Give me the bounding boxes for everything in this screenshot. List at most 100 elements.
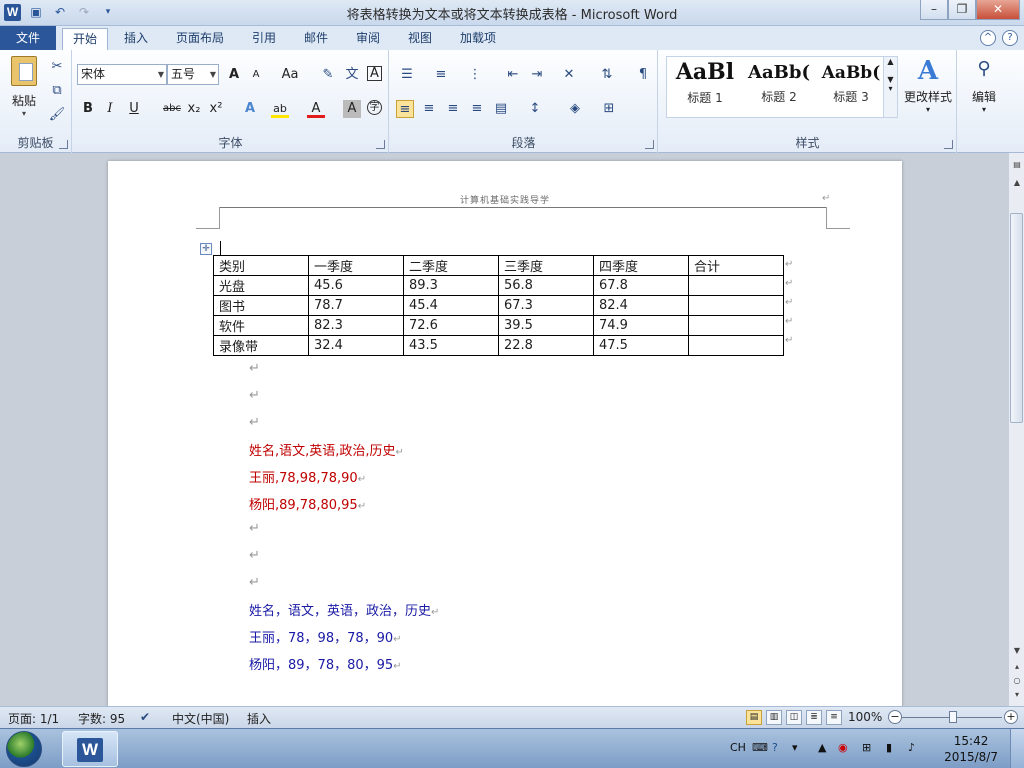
empty-paragraph[interactable]: ↵ [249,415,260,430]
italic-button[interactable]: I [101,100,119,118]
multilevel-list-icon[interactable]: ⋮ [466,66,484,84]
empty-paragraph[interactable]: ↵ [249,575,260,590]
outline-icon[interactable]: ≣ [806,710,822,725]
shrink-font-button[interactable]: A [247,66,265,84]
table-cell[interactable] [688,315,784,336]
empty-paragraph[interactable]: ↵ [249,388,260,403]
numbering-icon[interactable]: ≡ [432,66,450,84]
table-cell[interactable]: 45.6 [308,275,404,296]
table-header-cell[interactable]: 三季度 [498,255,594,276]
help-tray-icon[interactable]: ? [772,741,778,754]
table-header-cell[interactable]: 类别 [213,255,309,276]
zoom-in-icon[interactable]: + [1004,710,1018,724]
language-indicator[interactable]: 中文(中国) [172,710,229,727]
borders-icon[interactable]: ⊞ [600,100,618,118]
clear-formatting-icon[interactable]: ✎ [319,66,337,84]
security-icon[interactable]: ◉ [838,741,848,754]
table-cell[interactable]: 43.5 [403,335,499,356]
phonetic-guide-button[interactable]: 文 [343,66,361,84]
table-cell[interactable] [688,295,784,316]
tab-view[interactable]: 视图 [398,28,442,50]
tab-home[interactable]: 开始 [62,28,109,50]
table-cell[interactable]: 56.8 [498,275,594,296]
strikethrough-button[interactable]: abc [161,100,183,118]
table-cell[interactable] [688,335,784,356]
word-count[interactable]: 字数: 95 [78,710,125,727]
keyboard-icon[interactable]: ⌨ [752,741,768,754]
align-right-icon[interactable]: ≡ [444,100,462,118]
font-size-combo[interactable]: 五号 ▼ [167,64,219,85]
tab-insert[interactable]: 插入 [114,28,158,50]
browse-object-icon[interactable]: ○ [1011,675,1023,687]
bullets-icon[interactable]: ☰ [398,66,416,84]
table-header-cell[interactable]: 合计 [688,255,784,276]
table-cell[interactable] [688,275,784,296]
change-case-button[interactable]: Aa [277,66,303,84]
table-cell[interactable]: 光盘 [213,275,309,296]
tab-review[interactable]: 审阅 [346,28,390,50]
table-cell[interactable]: 67.3 [498,295,594,316]
red-text-line[interactable]: 杨阳,89,78,80,95↵ [249,494,366,513]
table-cell[interactable]: 67.8 [593,275,689,296]
table-cell[interactable]: 39.5 [498,315,594,336]
empty-paragraph[interactable]: ↵ [249,361,260,376]
character-shading-button[interactable]: A [343,100,361,118]
justify-icon[interactable]: ≡ [468,100,486,118]
red-text-line[interactable]: 王丽,78,98,78,90↵ [249,467,366,486]
taskbar-word-button[interactable]: W [62,731,118,767]
proofing-icon[interactable]: ✔ [140,710,150,724]
previous-page-icon[interactable]: ▴ [1011,661,1023,673]
show-marks-icon[interactable]: ¶ [634,66,652,84]
table-header-cell[interactable]: 四季度 [593,255,689,276]
copy-icon[interactable]: ⧉ [48,82,66,100]
editing-button[interactable]: ⚲ 编辑 ▾ [962,56,1006,126]
change-styles-button[interactable]: A 更改样式 ▾ [900,56,956,126]
zoom-slider-knob[interactable] [949,711,957,723]
highlight-button[interactable]: ab [271,100,289,118]
zoom-level[interactable]: 100% [848,710,882,724]
table-cell[interactable]: 74.9 [593,315,689,336]
table-cell[interactable]: 82.3 [308,315,404,336]
table-cell[interactable]: 软件 [213,315,309,336]
ruler-toggle-icon[interactable]: ▤ [1011,159,1023,171]
subscript-button[interactable]: x₂ [185,100,203,118]
character-border-button[interactable]: A [367,66,382,81]
font-color-button[interactable]: A [307,100,325,118]
blue-text-line[interactable]: 姓名，语文，英语，政治，历史↵ [249,600,439,619]
style-heading-2[interactable]: AaBb( 标题 2 [743,59,815,115]
table-cell[interactable]: 录像带 [213,335,309,356]
windows-flag-icon[interactable]: ⊞ [862,741,871,754]
table-cell[interactable]: 45.4 [403,295,499,316]
chinese-layout-icon[interactable]: ✕ [560,66,578,84]
volume-icon[interactable]: ♪ [908,741,915,754]
sort-icon[interactable]: ⇅ [598,66,616,84]
line-spacing-icon[interactable]: ↕ [526,100,544,118]
table-cell[interactable]: 22.8 [498,335,594,356]
document-page[interactable]: 计算机基础实践导学 ↵ ✛ 类别 一季度 二季度 三季度 四季度 合计 光盘 4… [108,161,902,706]
draft-icon[interactable]: ≡ [826,710,842,725]
blue-text-line[interactable]: 王丽，78，98，78，90↵ [249,627,402,646]
table-cell[interactable]: 47.5 [593,335,689,356]
next-page-icon[interactable]: ▾ [1011,689,1023,701]
minimize-ribbon-icon[interactable]: ^ [980,30,996,46]
ime-indicator[interactable]: CH [730,741,746,754]
paragraph-launcher-icon[interactable] [645,140,654,149]
increase-indent-icon[interactable]: ⇥ [528,66,546,84]
network-icon[interactable]: ▮ [886,741,892,754]
empty-paragraph[interactable]: ↵ [249,521,260,536]
tab-mailings[interactable]: 邮件 [294,28,338,50]
ime-menu-icon[interactable]: ▾ [792,741,798,754]
red-text-line[interactable]: 姓名,语文,英语,政治,历史↵ [249,440,404,459]
show-hidden-icons-icon[interactable]: ▲ [818,741,826,754]
vertical-scrollbar[interactable]: ▤ ▲ ▼ ▴ ○ ▾ [1008,153,1024,706]
print-layout-icon[interactable]: ▤ [746,710,762,725]
grow-font-button[interactable]: A [225,66,243,84]
clock[interactable]: 15:42 2015/8/7 [944,733,998,765]
text-effects-button[interactable]: A [241,100,259,118]
tab-file[interactable]: 文件 [0,26,56,50]
clipboard-launcher-icon[interactable] [59,140,68,149]
table-cell[interactable]: 89.3 [403,275,499,296]
web-layout-icon[interactable]: ◫ [786,710,802,725]
table-cell[interactable]: 图书 [213,295,309,316]
empty-paragraph[interactable]: ↵ [249,548,260,563]
